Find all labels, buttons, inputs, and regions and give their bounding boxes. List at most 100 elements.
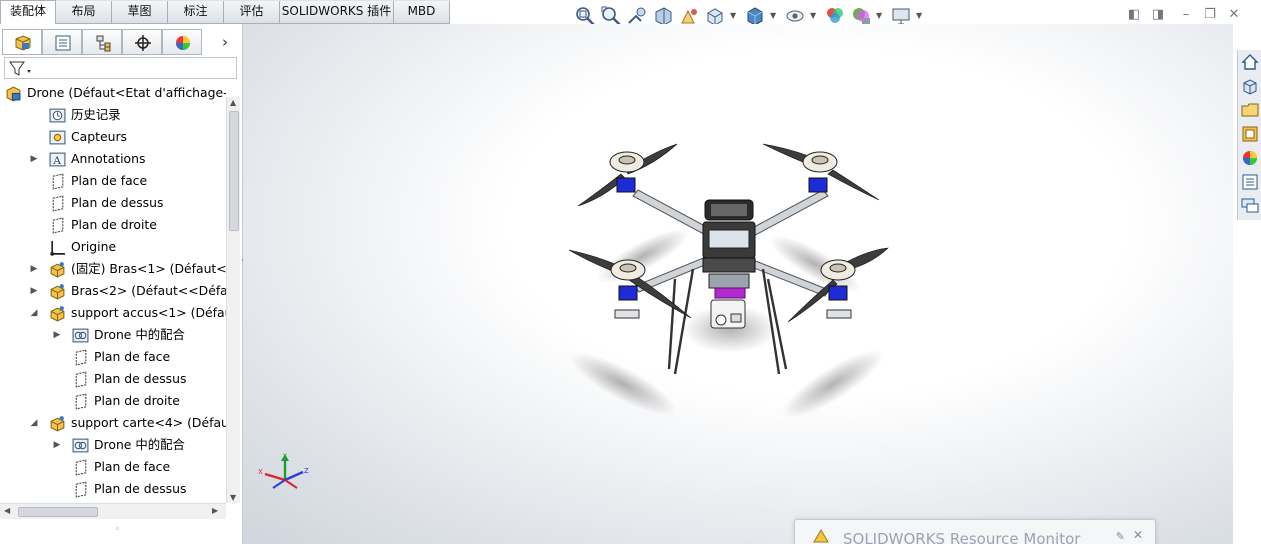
minimize-icon[interactable]: – [1175,4,1197,26]
custom-properties-icon[interactable] [1240,172,1260,192]
tree-item[interactable]: Plan de droite [0,390,226,412]
tree-item-label: Plan de dessus [94,481,187,496]
triad-x-label: X [258,468,263,476]
tab-evaluate[interactable]: 评估 [224,1,280,23]
tree-item[interactable]: Plan de dessus [0,192,226,214]
plane-icon [52,195,64,212]
tab-layout[interactable]: 布局 [56,1,112,23]
tab-sketch[interactable]: 草图 [112,1,168,23]
appearances-icon[interactable] [1240,148,1260,168]
pin-icon[interactable]: ✎ [1116,530,1125,543]
graphics-area[interactable] [243,24,1233,544]
chevron-down-icon[interactable]: ▼ [730,11,736,20]
plane-icon [75,371,87,388]
tree-item-label: support accus<1> (Défaut) [71,305,226,320]
dimxpert-icon [135,35,151,51]
collapse-right-icon[interactable]: ◨ [1147,4,1169,26]
forum-icon[interactable] [1240,196,1260,216]
svg-text:A: A [52,154,61,167]
file-explorer-icon[interactable] [1240,100,1260,120]
tree-item[interactable]: Plan de face [0,346,226,368]
view-palette-icon[interactable] [1240,124,1260,144]
tab-feature-manager[interactable] [2,29,42,55]
origin-icon [50,241,65,256]
feature-tree-filter[interactable] [4,57,237,79]
tree-item[interactable]: Plan de dessus [0,478,226,500]
tree-item[interactable]: ▶ (固定) Bras<1> (Défaut<<Défa [0,258,226,280]
expand-icon[interactable]: ▶ [52,324,62,346]
tab-dimxpert[interactable] [122,29,162,55]
chevron-down-icon[interactable]: ▼ [916,11,922,20]
tree-item[interactable]: Capteurs [0,126,226,148]
expanded-icon[interactable]: ◢ [29,302,39,324]
tree-item[interactable]: Plan de face [0,170,226,192]
close-icon[interactable]: ✕ [1223,4,1245,26]
tab-solidworks-addins[interactable]: SOLIDWORKS 插件 [280,1,394,23]
triad-y-label: Y [282,453,287,460]
tree-item[interactable]: 历史记录 [0,104,226,126]
tree-item-label: Plan de dessus [94,371,187,386]
plane-icon [75,459,87,476]
scrollbar-thumb[interactable] [18,507,98,517]
close-icon[interactable]: ✕ [1133,528,1143,542]
scrollbar-thumb[interactable] [229,111,239,231]
tree-item[interactable]: Plan de dessus [0,368,226,390]
tab-mbd[interactable]: MBD [394,1,450,23]
design-library-icon[interactable] [1240,76,1260,96]
expanded-icon[interactable]: ◢ [29,412,39,434]
tab-display-manager[interactable] [162,29,202,55]
tree-item[interactable]: Plan de face [0,456,226,478]
tree-item-label: Plan de face [94,349,171,364]
panel-split-grip[interactable]: ◦ [115,525,120,535]
filter-icon [9,61,31,76]
tree-item-label: Plan de dessus [71,195,164,210]
resource-monitor-title: SOLIDWORKS Resource Monitor [843,530,1081,544]
restore-icon[interactable]: ❐ [1199,4,1221,26]
expand-icon[interactable]: ▶ [52,434,62,456]
feature-tree: Drone (Défaut<Etat d'affichage-1 历史记录 Capt… [0,81,226,501]
window-controls: ◧ ◨ – ❐ ✕ [1123,4,1253,26]
tab-configuration-manager[interactable] [82,29,122,55]
expand-icon[interactable]: ▶ [29,258,39,280]
tree-item[interactable]: Origine [0,236,226,258]
scroll-left-icon[interactable]: ◀ [4,506,10,515]
drone-model[interactable] [243,24,1233,544]
tab-assembly[interactable]: 装配体 [0,0,56,24]
tree-item[interactable]: Drone (Défaut<Etat d'affichage-1 [0,82,226,104]
chevron-right-icon[interactable]: › [222,33,228,51]
warning-icon [813,529,829,543]
tree-item[interactable]: ◢ support accus<1> (Défaut) [0,302,226,324]
home-icon[interactable] [1240,52,1260,72]
scroll-up-icon[interactable]: ▲ [230,98,236,107]
task-pane-tabs [1237,50,1261,220]
resource-monitor-notification[interactable]: SOLIDWORKS Resource Monitor ✎ ✕ [794,519,1156,544]
plane-icon [52,217,64,234]
tree-item-label: Bras<2> (Défaut<<Défaut>_E [71,283,226,298]
part-icon [50,416,65,432]
tab-property-manager[interactable] [42,29,82,55]
tree-item-label: Drone 中的配合 [94,437,185,452]
scroll-down-icon[interactable]: ▼ [230,493,236,502]
tree-item[interactable]: ▶ Bras<2> (Défaut<<Défaut>_E [0,280,226,302]
expand-icon[interactable]: ▶ [29,280,39,302]
tree-item[interactable]: ▶ Drone 中的配合 [0,434,226,456]
tab-markup[interactable]: 标注 [168,1,224,23]
tree-horizontal-scrollbar[interactable]: ◀ ▶ [0,503,226,519]
tree-item[interactable]: Plan de droite [0,214,226,236]
tree-item[interactable]: ▶ A Annotations [0,148,226,170]
mates-icon [72,328,89,343]
assembly-icon [6,86,21,102]
part-icon [50,284,65,300]
plane-icon [75,349,87,366]
chevron-down-icon[interactable]: ▼ [876,11,882,20]
tree-vertical-scrollbar[interactable]: ▲ ▼ [226,97,240,503]
tree-item[interactable]: ▶ Drone 中的配合 [0,324,226,346]
chevron-down-icon[interactable]: ▼ [770,11,776,20]
tree-item-label: support carte<4> (Défaut) [71,415,226,430]
tree-item-label: Capteurs [71,129,127,144]
collapse-left-icon[interactable]: ◧ [1123,4,1145,26]
chevron-down-icon[interactable]: ▼ [810,11,816,20]
scroll-right-icon[interactable]: ▶ [212,506,218,515]
expand-icon[interactable]: ▶ [29,148,39,170]
tree-item[interactable]: ◢ support carte<4> (Défaut) [0,412,226,434]
